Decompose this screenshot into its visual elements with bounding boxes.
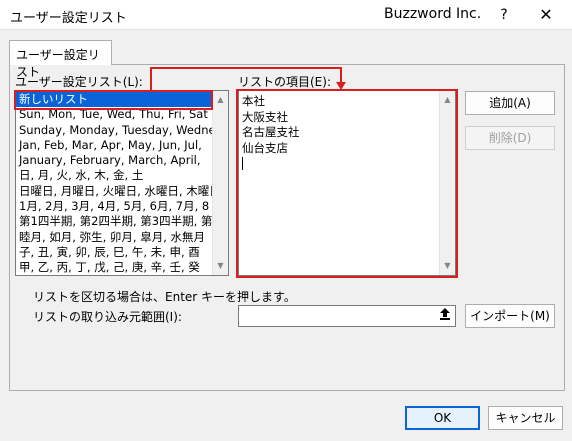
collapse-dialog-icon (440, 308, 450, 320)
scroll-up-icon[interactable]: ▲ (213, 93, 228, 107)
window-title: ユーザー設定リスト (10, 11, 127, 26)
entry-line: 本社 (242, 94, 265, 108)
delete-button[interactable]: 削除(D) (465, 126, 555, 150)
entry-line: 大阪支社 (242, 109, 288, 124)
custom-lists-items: 新しいリスト Sun, Mon, Tue, Wed, Thu, Fri, Sat… (16, 92, 212, 275)
list-entries-textarea[interactable]: 本社 大阪支社 名古屋支社 仙台支店 ▲ ▼ (238, 90, 456, 276)
list-item[interactable]: Jan, Feb, Mar, Apr, May, Jun, Jul, (16, 138, 212, 153)
list-item[interactable]: 日曜日, 月曜日, 火曜日, 水曜日, 木曜日 (16, 184, 212, 199)
range-select-icon[interactable] (436, 307, 454, 325)
custom-lists-scrollbar[interactable]: ▲ ▼ (212, 91, 228, 275)
list-entries-lines: 本社 大阪支社 名古屋支社 仙台支店 (242, 94, 300, 170)
list-item[interactable]: 睦月, 如月, 弥生, 卯月, 皐月, 水無月 (16, 230, 212, 245)
tab-custom-lists[interactable]: ユーザー設定リスト (9, 40, 112, 79)
import-range-input[interactable] (238, 305, 456, 327)
list-entries-label: リストの項目(E): (238, 75, 331, 89)
list-item[interactable]: 子, 丑, 寅, 卯, 辰, 巳, 午, 未, 申, 酉 (16, 245, 212, 260)
custom-lists-listbox[interactable]: 新しいリスト Sun, Mon, Tue, Wed, Thu, Fri, Sat… (15, 90, 229, 276)
separator-hint: リストを区切る場合は、Enter キーを押します。 (33, 290, 296, 304)
close-icon[interactable]: ✕ (531, 4, 561, 26)
title-bar: ユーザー設定リスト Buzzword Inc. ? ✕ (0, 0, 572, 30)
list-item[interactable]: January, February, March, April, (16, 153, 212, 168)
ok-button[interactable]: OK (405, 406, 480, 430)
brand-name: Buzzword Inc. (384, 6, 482, 22)
list-item[interactable]: Sunday, Monday, Tuesday, Wednesday (16, 123, 212, 138)
add-button[interactable]: 追加(A) (465, 91, 555, 115)
scroll-down-icon[interactable]: ▼ (213, 259, 228, 273)
help-icon[interactable]: ? (492, 4, 516, 26)
entry-line: 仙台支店 (242, 140, 288, 155)
import-range-label: リストの取り込み元範囲(I): (33, 310, 182, 324)
list-entries-scrollbar[interactable]: ▲ ▼ (439, 91, 455, 275)
list-item[interactable]: 1月, 2月, 3月, 4月, 5月, 6月, 7月, 8 (16, 199, 212, 214)
scroll-down-icon[interactable]: ▼ (440, 259, 455, 273)
list-item-new-list[interactable]: 新しいリスト (16, 92, 212, 108)
list-item[interactable]: 第1四半期, 第2四半期, 第3四半期, 第 (16, 214, 212, 229)
list-item[interactable]: 甲, 乙, 丙, 丁, 戊, 己, 庚, 辛, 壬, 癸 (16, 260, 212, 275)
entry-line: 名古屋支社 (242, 125, 300, 139)
list-item[interactable]: Sun, Mon, Tue, Wed, Thu, Fri, Sat (16, 107, 212, 122)
list-item[interactable]: 日, 月, 火, 水, 木, 金, 土 (16, 168, 212, 183)
text-caret (242, 157, 243, 170)
import-button[interactable]: インポート(M) (465, 304, 555, 328)
scroll-up-icon[interactable]: ▲ (440, 93, 455, 107)
cancel-button[interactable]: キャンセル (488, 406, 563, 430)
